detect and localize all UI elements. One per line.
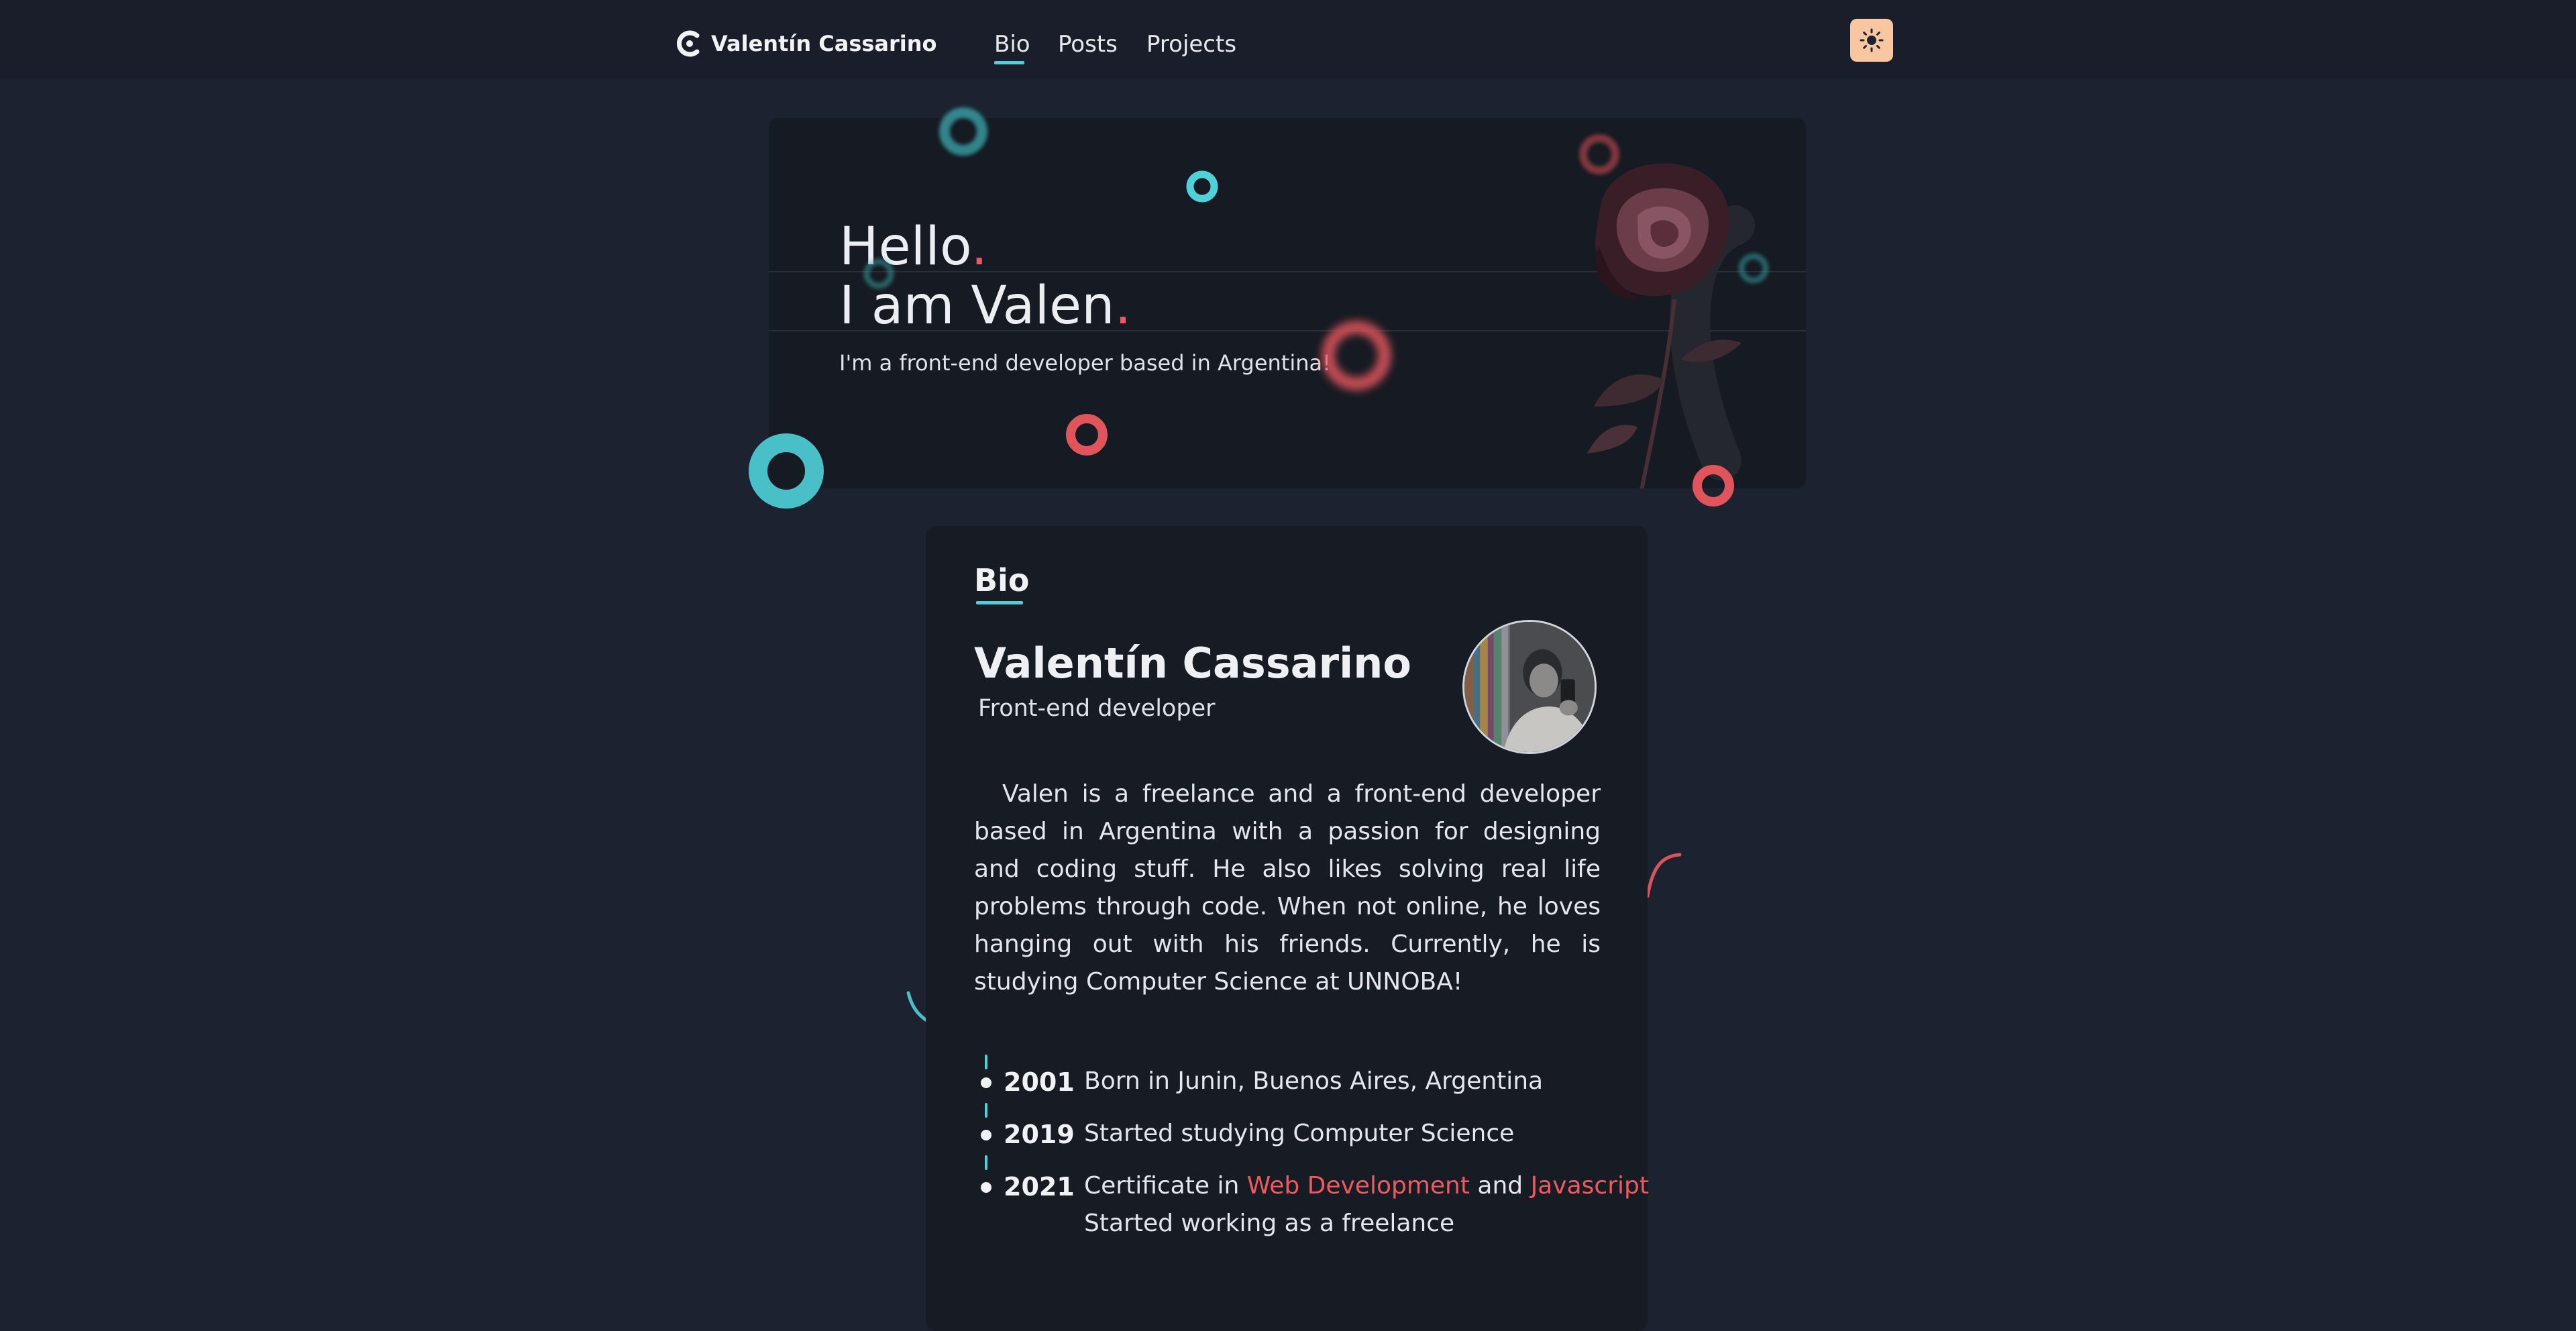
logo-icon (676, 30, 700, 57)
timeline-dash (985, 1155, 987, 1170)
hero-subtitle: I'm a front-end developer based in Argen… (839, 350, 1331, 376)
avatar (1462, 620, 1597, 754)
theme-toggle-button[interactable] (1850, 19, 1893, 62)
brand-name: Valentín Cassarino (711, 31, 937, 56)
bio-card: Bio Valentín Cassarino Front-end develop… (926, 526, 1649, 1331)
rose-illustration-icon (1587, 163, 1755, 488)
brand-link[interactable]: Valentín Cassarino (676, 29, 937, 58)
section-heading-bio: Bio (974, 562, 1030, 598)
bio-name: Valentín Cassarino (974, 639, 1412, 688)
hero-title: Hello. I am Valen. (839, 217, 1131, 335)
hero-intro: I am Valen (839, 276, 1115, 336)
nav-link-projects[interactable]: Projects (1146, 30, 1236, 59)
timeline-text: Started studying Computer Science (1084, 1120, 1515, 1147)
hero-dot: . (971, 217, 988, 277)
timeline-dash (985, 1055, 987, 1069)
timeline-year: 2021 (1004, 1172, 1075, 1202)
section-heading-underline (976, 601, 1023, 604)
sun-icon (1860, 28, 1884, 52)
nav-link-bio[interactable]: Bio (994, 30, 1030, 59)
timeline-text-middle: and (1469, 1172, 1531, 1200)
hero-greeting: Hello (839, 217, 971, 277)
hero-dot: . (1114, 276, 1132, 336)
timeline-year: 2001 (1004, 1067, 1075, 1097)
hero-card: Hello. I am Valen. I'm a front-end devel… (769, 118, 1806, 488)
timeline-dot (981, 1182, 991, 1193)
timeline-dot (981, 1130, 991, 1140)
timeline-dot (981, 1077, 991, 1088)
timeline-text: Born in Junin, Buenos Aires, Argentina (1084, 1067, 1544, 1095)
javascript-link[interactable]: Javascript (1531, 1172, 1649, 1200)
bio-role: Front-end developer (978, 695, 1216, 722)
web-development-link[interactable]: Web Development (1247, 1172, 1470, 1200)
timeline-text: Certificate in Web Development and Javas… (1084, 1167, 1649, 1205)
navbar: Valentín Cassarino Bio Posts Projects (0, 0, 2576, 79)
timeline-dash (985, 1103, 987, 1118)
timeline-year: 2019 (1004, 1120, 1075, 1149)
timeline-text-second-line: Started working as a freelance (1084, 1210, 1455, 1237)
profile-photo-icon (1464, 622, 1595, 752)
timeline-text-prefix: Certificate in (1084, 1172, 1247, 1200)
nav-link-posts[interactable]: Posts (1058, 30, 1118, 59)
active-nav-indicator (994, 61, 1024, 64)
bio-paragraph: Valen is a freelance and a front-end dev… (974, 780, 1601, 996)
